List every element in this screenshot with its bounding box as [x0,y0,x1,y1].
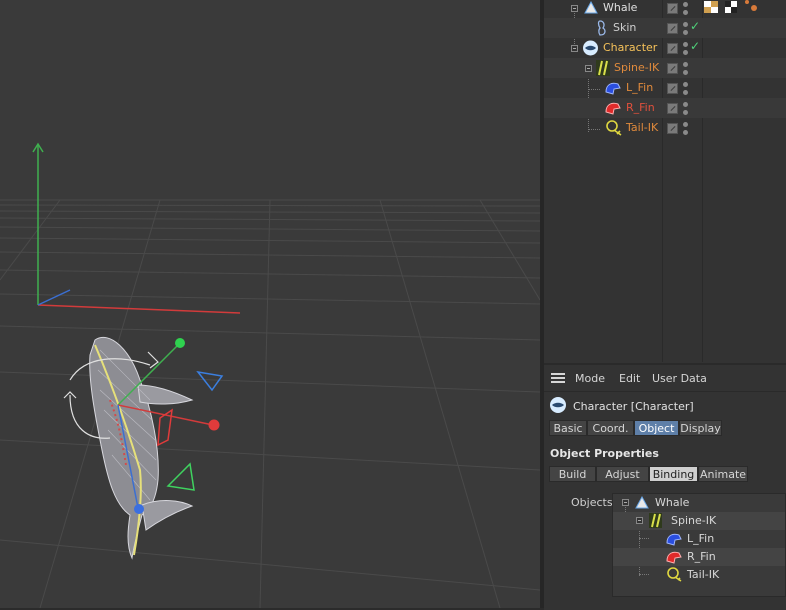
render-visibility-dot[interactable] [683,130,688,135]
tail-ik-icon [667,567,682,582]
attribute-menubar: Mode Edit User Data [544,365,786,392]
right-panels: Whale Skin ✓ Character ✓ Spine-IK L_Fin … [544,0,786,610]
object-row-skin[interactable]: Skin ✓ [544,18,786,38]
render-visibility-dot[interactable] [683,10,688,15]
render-visibility-dot[interactable] [683,110,688,115]
weight-tag-icon[interactable] [744,0,758,13]
object-row-spine-ik[interactable]: Spine-IK [544,58,786,78]
object-row-character[interactable]: Character ✓ [544,38,786,58]
tail-ik-icon [606,120,622,136]
gizmo-z-handle[interactable] [134,504,144,514]
expand-toggle[interactable] [622,499,629,506]
skin-deformer-icon [597,20,606,36]
floor-grid [0,199,540,608]
editor-visibility-dot[interactable] [683,22,688,27]
gizmo-y-handle[interactable] [175,338,185,348]
polygon-object-icon [635,496,649,509]
subtab-binding[interactable]: Binding [649,466,698,482]
viewport-scene [0,142,540,608]
tab-basic[interactable]: Basic [549,420,587,436]
3d-viewport[interactable] [0,0,540,608]
character-object-icon [583,40,598,56]
right-fin-joint-icon [666,551,682,564]
editor-visibility-dot[interactable] [683,102,688,107]
subtab-adjust[interactable]: Adjust [596,466,649,482]
editor-visibility-dot[interactable] [683,122,688,127]
layer-toggle[interactable] [667,63,678,74]
spine-ik-icon [649,513,662,528]
layer-toggle[interactable] [667,103,678,114]
expand-toggle[interactable] [636,517,643,524]
tab-display[interactable]: Display [679,420,722,436]
material-tag-icon[interactable] [704,1,718,13]
render-visibility-dot[interactable] [683,50,688,55]
object-name: R_Fin [626,101,655,114]
spine-ik-icon [596,60,610,76]
left-fin-joint-icon [605,82,621,95]
list-item[interactable]: Spine-IK [613,512,785,530]
section-title: Object Properties [550,447,659,460]
menu-user-data[interactable]: User Data [652,372,707,385]
object-name: Skin [613,21,637,34]
left-fin-joint-icon [666,533,682,546]
layer-toggle[interactable] [667,83,678,94]
object-row-r-fin[interactable]: R_Fin [544,98,786,118]
object-title: Character [Character] [573,400,694,413]
layer-toggle[interactable] [667,43,678,54]
list-item[interactable]: L_Fin [613,530,785,548]
enabled-check-icon[interactable]: ✓ [690,39,700,53]
menu-edit[interactable]: Edit [619,372,640,385]
object-row-whale[interactable]: Whale [544,0,786,18]
list-item[interactable]: Whale [613,494,785,512]
object-row-l-fin[interactable]: L_Fin [544,78,786,98]
polygon-object-icon [584,1,598,14]
editor-visibility-dot[interactable] [683,2,688,7]
object-name: Whale [603,1,638,14]
object-name: Spine-IK [614,61,660,74]
expand-toggle[interactable] [571,5,578,12]
editor-visibility-dot[interactable] [683,42,688,47]
list-item[interactable]: Tail-IK [613,566,785,584]
hamburger-menu-icon[interactable] [551,373,565,383]
objects-label: Objects [571,496,613,509]
object-name: Character [603,41,658,54]
checker-texture-tag-icon[interactable] [725,1,737,13]
render-visibility-dot[interactable] [683,70,688,75]
enabled-check-icon[interactable]: ✓ [690,19,700,33]
attribute-manager: Mode Edit User Data Character [Character… [544,363,786,610]
right-fin-joint-icon [605,102,621,115]
editor-visibility-dot[interactable] [683,82,688,87]
world-axis-x [37,304,241,314]
objects-list[interactable]: Whale Spine-IK L_Fin R_Fin Tail-IK [612,493,786,597]
list-item[interactable]: R_Fin [613,548,785,566]
expand-toggle[interactable] [571,45,578,52]
editor-visibility-dot[interactable] [683,62,688,67]
gizmo-x-handle[interactable] [208,419,220,431]
subtab-animate[interactable]: Animate [698,466,748,482]
tab-object[interactable]: Object [634,420,679,436]
object-name: L_Fin [626,81,654,94]
render-visibility-dot[interactable] [683,90,688,95]
object-name: Tail-IK [626,121,659,134]
character-object-icon [550,397,566,413]
subtab-build[interactable]: Build [549,466,596,482]
render-visibility-dot[interactable] [683,30,688,35]
expand-toggle[interactable] [585,65,592,72]
layer-toggle[interactable] [667,123,678,134]
whale-mesh[interactable] [89,337,194,560]
layer-toggle[interactable] [667,23,678,34]
object-manager[interactable]: Whale Skin ✓ Character ✓ Spine-IK L_Fin … [544,0,786,362]
layer-toggle[interactable] [667,3,678,14]
object-row-tail-ik[interactable]: Tail-IK [544,118,786,138]
world-axis-z [37,289,71,306]
tab-coord[interactable]: Coord. [587,420,634,436]
menu-mode[interactable]: Mode [575,372,605,385]
